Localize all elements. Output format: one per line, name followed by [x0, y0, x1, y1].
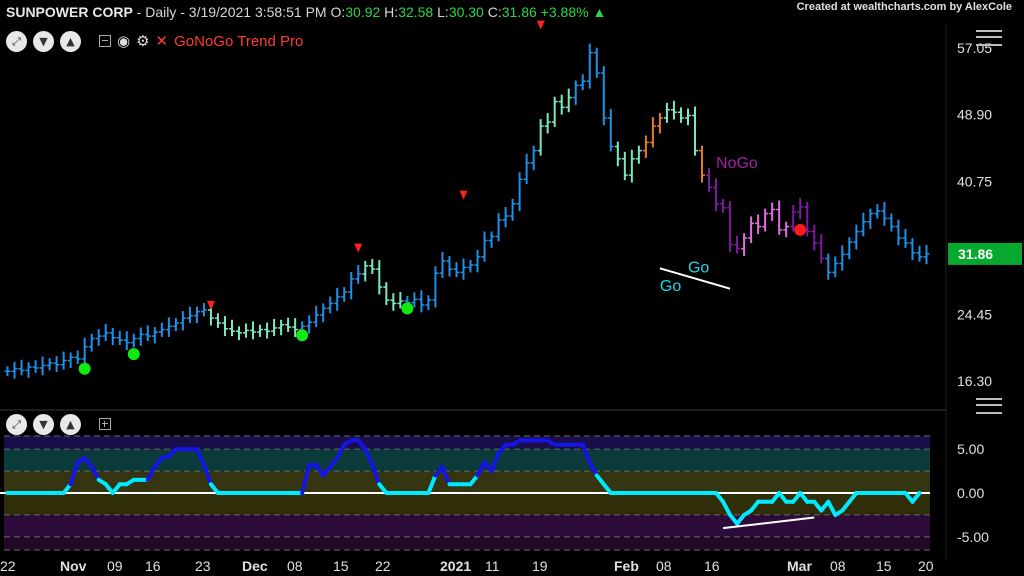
oscillator-pane-toolbar: ⤢ ▼ ▲ — [6, 413, 111, 435]
gear-icon[interactable]: ⚙ — [136, 32, 149, 50]
expand-icon[interactable]: ⤢ — [6, 30, 27, 52]
x-tick-label: Nov — [60, 558, 87, 574]
price-tick-label: 24.45 — [957, 306, 992, 322]
move-up-icon[interactable]: ▲ — [60, 30, 81, 52]
move-up-icon[interactable]: ▲ — [60, 413, 81, 435]
oscillator-axis-menu-icon[interactable] — [976, 398, 1002, 414]
chart-canvas[interactable]: NoGoGoGo57.0548.9040.7524.4516.3031.865.… — [0, 0, 1024, 576]
oscillator-zone — [4, 471, 930, 493]
x-tick-label: 16 — [145, 558, 161, 574]
trend-label: Go — [660, 278, 681, 295]
x-tick-label: 11 — [485, 558, 500, 574]
price-tick-label: 40.75 — [957, 173, 992, 189]
open-label: O: — [330, 4, 346, 20]
trend-label: Go — [688, 259, 709, 276]
continuation-dot — [127, 348, 140, 361]
price-axis-menu-icon[interactable] — [976, 30, 1002, 46]
x-tick-label: Feb — [614, 558, 639, 574]
x-tick-label: 08 — [287, 558, 303, 574]
oscillator-zone — [4, 449, 930, 472]
price-tick-label: 48.90 — [957, 107, 992, 123]
x-tick-label: 15 — [876, 558, 892, 574]
oscillator-zone — [4, 493, 930, 515]
oscillator-tick-label: -5.00 — [957, 529, 989, 545]
symbol-name: SUNPOWER CORP — [6, 4, 133, 20]
x-tick-label: 15 — [333, 558, 349, 574]
x-tick-label: 22 — [0, 558, 16, 574]
chart-header: SUNPOWER CORP - Daily - 3/19/2021 3:58:5… — [6, 4, 606, 20]
oscillator-tick-label: 0.00 — [957, 485, 984, 501]
collapse-icon[interactable] — [99, 35, 111, 47]
price-pane-toolbar: ⤢ ▼ ▲ ◉ ⚙ ✕ GoNoGo Trend Pro — [6, 30, 303, 52]
x-tick-label: 09 — [107, 558, 123, 574]
nogo-continuation-dot — [794, 223, 807, 236]
close-icon[interactable]: ✕ — [156, 32, 169, 50]
x-tick-label: 23 — [195, 558, 211, 574]
expand-icon[interactable]: ⤢ — [6, 413, 27, 435]
x-tick-label: Mar — [787, 558, 812, 574]
countertrend-triangle — [354, 243, 363, 253]
x-tick-label: 08 — [656, 558, 672, 574]
change-value: +3.88% — [536, 4, 593, 20]
move-down-icon[interactable]: ▼ — [33, 413, 54, 435]
oscillator-zone — [4, 514, 930, 537]
move-down-icon[interactable]: ▼ — [33, 30, 54, 52]
x-tick-label: 16 — [704, 558, 720, 574]
high-label: H: — [380, 4, 399, 20]
x-tick-label: 22 — [375, 558, 391, 574]
close-label: C: — [483, 4, 502, 20]
indicator-name[interactable]: GoNoGo Trend Pro — [174, 33, 303, 50]
header-info: - Daily - 3/19/2021 3:58:51 PM — [132, 4, 331, 20]
oscillator-tick-label: 5.00 — [957, 441, 984, 457]
countertrend-triangle — [459, 190, 468, 200]
last-price-label: 31.86 — [958, 246, 993, 262]
eye-icon[interactable]: ◉ — [117, 32, 130, 50]
x-tick-label: 2021 — [440, 558, 471, 574]
oscillator-zone — [4, 536, 930, 550]
close-value: 31.86 — [501, 4, 537, 20]
open-value: 30.92 — [345, 4, 381, 20]
x-tick-label: 20 — [918, 558, 934, 574]
x-tick-label: Dec — [242, 558, 268, 574]
continuation-dot — [401, 302, 414, 315]
low-value: 30.30 — [448, 4, 484, 20]
trend-label: NoGo — [716, 155, 758, 172]
price-tick-label: 16.30 — [957, 373, 992, 389]
countertrend-triangle — [536, 20, 545, 30]
x-tick-label: 19 — [532, 558, 548, 574]
add-indicator-icon[interactable] — [99, 418, 111, 430]
high-value: 32.58 — [398, 4, 434, 20]
oscillator-zone — [4, 436, 930, 450]
x-tick-label: 08 — [830, 558, 846, 574]
continuation-dot — [78, 362, 91, 375]
change-arrow-icon: ▲ — [592, 4, 607, 20]
low-label: L: — [433, 4, 449, 20]
continuation-dot — [296, 329, 309, 342]
countertrend-triangle — [206, 300, 215, 310]
credit-text: Created at wealthcharts.com by AlexCole — [796, 1, 1012, 13]
